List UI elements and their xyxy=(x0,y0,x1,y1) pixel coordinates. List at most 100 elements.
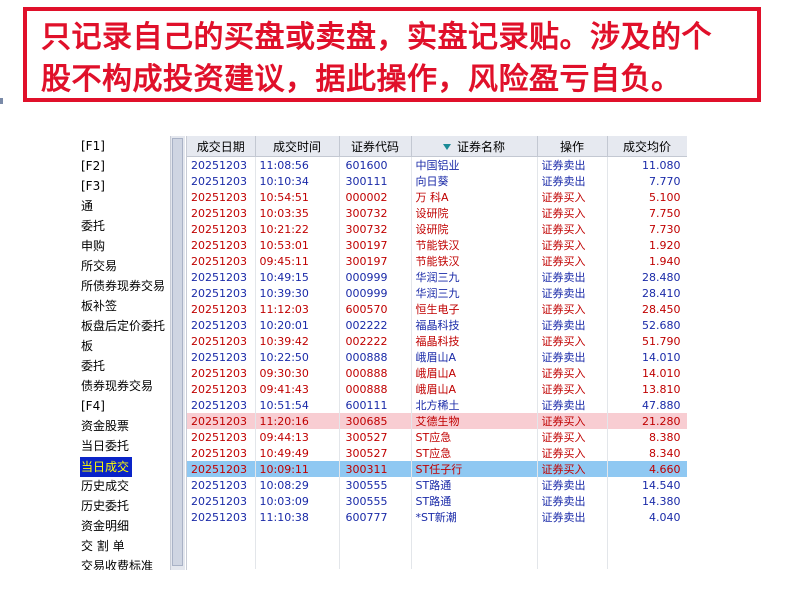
nav-item[interactable]: 资金股票 xyxy=(80,416,182,436)
nav-item[interactable]: [F1] xyxy=(80,136,182,156)
nav-item[interactable]: 历史委托 xyxy=(80,496,182,516)
cell-avg-price: 51.790 xyxy=(607,333,687,349)
table-row[interactable]: 20251203 10:54:51 000002 万 科A 证券买入 5.100 xyxy=(187,189,687,205)
table-row[interactable]: 20251203 09:30:30 000888 峨眉山A 证券买入 14.010 xyxy=(187,365,687,381)
table-row[interactable]: 20251203 10:49:15 000999 华润三九 证券卖出 28.480 xyxy=(187,269,687,285)
table-row[interactable]: 20251203 10:49:49 300527 ST应急 证券买入 8.340 xyxy=(187,445,687,461)
function-nav-tree: [F1] [F2] [F3] 通委托 申购 所交易 所债券现券交易 板补签 板盘后定价委托板委托… xyxy=(80,136,182,570)
nav-item[interactable]: 当日委托 xyxy=(80,436,182,456)
nav-item[interactable]: 委托 xyxy=(80,356,182,376)
cell-date: 20251203 xyxy=(187,477,256,493)
table-row[interactable]: 20251203 11:08:56 601600 中国铝业 证券卖出 11.080 xyxy=(187,156,687,173)
cell-operation: 证券卖出 xyxy=(537,397,608,413)
nav-item[interactable]: [F2] xyxy=(80,156,182,176)
table-row[interactable]: 20251203 10:09:11 300311 ST任子行 证券买入 4.660 xyxy=(187,461,687,477)
cell-name: 恒生电子 xyxy=(411,301,538,317)
nav-item[interactable]: 板补签 xyxy=(80,296,182,316)
cell-date: 20251203 xyxy=(187,205,256,221)
table-row[interactable]: 20251203 11:12:03 600570 恒生电子 证券买入 28.450 xyxy=(187,301,687,317)
col-header-name[interactable]: 证券名称 xyxy=(411,136,538,157)
cell-operation: 证券买入 xyxy=(537,253,608,269)
cell-avg-price: 14.010 xyxy=(607,365,687,381)
cell-date: 20251203 xyxy=(187,365,256,381)
table-row[interactable]: 20251203 10:51:54 600111 北方稀土 证券卖出 47.880 xyxy=(187,397,687,413)
nav-scrollbar[interactable] xyxy=(170,136,185,570)
col-header-time[interactable]: 成交时间 xyxy=(255,136,340,157)
cell-code: 000999 xyxy=(339,269,412,285)
cell-operation: 证券卖出 xyxy=(537,509,608,525)
nav-item[interactable]: [F4] xyxy=(80,396,182,416)
table-row[interactable]: 20251203 10:21:22 300732 设研院 证券买入 7.730 xyxy=(187,221,687,237)
nav-item[interactable]: 债券现券交易 xyxy=(80,376,182,396)
cell-code: 000888 xyxy=(339,349,412,365)
nav-item[interactable]: 交易收费标准 xyxy=(80,556,182,570)
nav-item[interactable]: 当日成交 xyxy=(80,457,133,477)
cell-name: ST应急 xyxy=(411,445,538,461)
cell-avg-price: 28.410 xyxy=(607,285,687,301)
table-row[interactable]: 20251203 10:10:34 300111 向日葵 证券卖出 7.770 xyxy=(187,173,687,189)
table-row[interactable]: 20251203 10:20:01 002222 福晶科技 证券卖出 52.680 xyxy=(187,317,687,333)
table-row[interactable]: 20251203 10:39:30 000999 华润三九 证券卖出 28.410 xyxy=(187,285,687,301)
cell-avg-price: 21.280 xyxy=(607,413,687,429)
cell-date: 20251203 xyxy=(187,397,256,413)
cell-date: 20251203 xyxy=(187,253,256,269)
cell-time: 10:10:34 xyxy=(255,173,340,189)
cell-time: 09:41:43 xyxy=(255,381,340,397)
table-row[interactable]: 20251203 10:03:09 300555 ST路通 证券卖出 14.380 xyxy=(187,493,687,509)
cell-operation: 证券买入 xyxy=(537,381,608,397)
table-row[interactable]: 20251203 10:03:35 300732 设研院 证券买入 7.750 xyxy=(187,205,687,221)
nav-item[interactable]: [F3] xyxy=(80,176,182,196)
col-header-avg-price[interactable]: 成交均价 xyxy=(607,136,687,157)
cell-avg-price: 14.010 xyxy=(607,349,687,365)
cell-name: 福晶科技 xyxy=(411,333,538,349)
cell-time: 10:03:09 xyxy=(255,493,340,509)
table-row[interactable]: 20251203 10:53:01 300197 节能铁汉 证券买入 1.920 xyxy=(187,237,687,253)
cell-time: 10:53:01 xyxy=(255,237,340,253)
nav-item[interactable]: 板 xyxy=(80,336,182,356)
cell-operation: 证券买入 xyxy=(537,461,608,477)
nav-item[interactable]: 资金明细 xyxy=(80,516,182,536)
col-header-code[interactable]: 证券代码 xyxy=(339,136,412,157)
cell-code: 002222 xyxy=(339,333,412,349)
cell-name: 华润三九 xyxy=(411,269,538,285)
nav-item[interactable]: 板盘后定价委托 xyxy=(80,316,182,336)
nav-item[interactable]: 所交易 xyxy=(80,256,182,276)
disclaimer-line-1: 只记录自己的买盘或卖盘，实盘记录贴。涉及的个 xyxy=(41,20,712,55)
cell-time: 11:08:56 xyxy=(255,156,340,173)
cell-avg-price: 52.680 xyxy=(607,317,687,333)
nav-item[interactable]: 委托 xyxy=(80,216,182,236)
col-header-date[interactable]: 成交日期 xyxy=(187,136,256,157)
empty-cell xyxy=(339,525,412,569)
nav-scrollbar-thumb[interactable] xyxy=(172,138,183,566)
cell-name: 北方稀土 xyxy=(411,397,538,413)
cell-time: 11:10:38 xyxy=(255,509,340,525)
nav-item[interactable]: 交 割 单 xyxy=(80,536,182,556)
cell-code: 000888 xyxy=(339,365,412,381)
nav-item[interactable]: 申购 xyxy=(80,236,182,256)
cell-operation: 证券卖出 xyxy=(537,477,608,493)
table-row[interactable]: 20251203 09:45:11 300197 节能铁汉 证券买入 1.940 xyxy=(187,253,687,269)
nav-item[interactable]: 所债券现券交易 xyxy=(80,276,182,296)
cell-avg-price: 7.770 xyxy=(607,173,687,189)
cell-operation: 证券卖出 xyxy=(537,156,608,173)
nav-item[interactable]: 通 xyxy=(80,196,182,216)
table-row[interactable]: 20251203 09:41:43 000888 峨眉山A 证券买入 13.810 xyxy=(187,381,687,397)
table-row[interactable]: 20251203 10:39:42 002222 福晶科技 证券买入 51.790 xyxy=(187,333,687,349)
table-row[interactable]: 20251203 10:08:29 300555 ST路通 证券卖出 14.540 xyxy=(187,477,687,493)
table-row[interactable]: 20251203 11:10:38 600777 *ST新潮 证券卖出 4.040 xyxy=(187,509,687,525)
cell-code: 300685 xyxy=(339,413,412,429)
col-header-operation[interactable]: 操作 xyxy=(537,136,608,157)
table-row[interactable]: 20251203 10:22:50 000888 峨眉山A 证券卖出 14.010 xyxy=(187,349,687,365)
cell-operation: 证券买入 xyxy=(537,429,608,445)
cell-avg-price: 14.540 xyxy=(607,477,687,493)
table-row[interactable]: 20251203 09:44:13 300527 ST应急 证券买入 8.380 xyxy=(187,429,687,445)
cell-date: 20251203 xyxy=(187,509,256,525)
cell-date: 20251203 xyxy=(187,381,256,397)
cell-date: 20251203 xyxy=(187,173,256,189)
nav-item[interactable]: 历史成交 xyxy=(80,476,182,496)
table-row[interactable]: 20251203 11:20:16 300685 艾德生物 证券买入 21.280 xyxy=(187,413,687,429)
sort-indicator-icon xyxy=(442,144,451,150)
cell-avg-price: 28.450 xyxy=(607,301,687,317)
cell-time: 10:51:54 xyxy=(255,397,340,413)
cell-time: 10:39:42 xyxy=(255,333,340,349)
